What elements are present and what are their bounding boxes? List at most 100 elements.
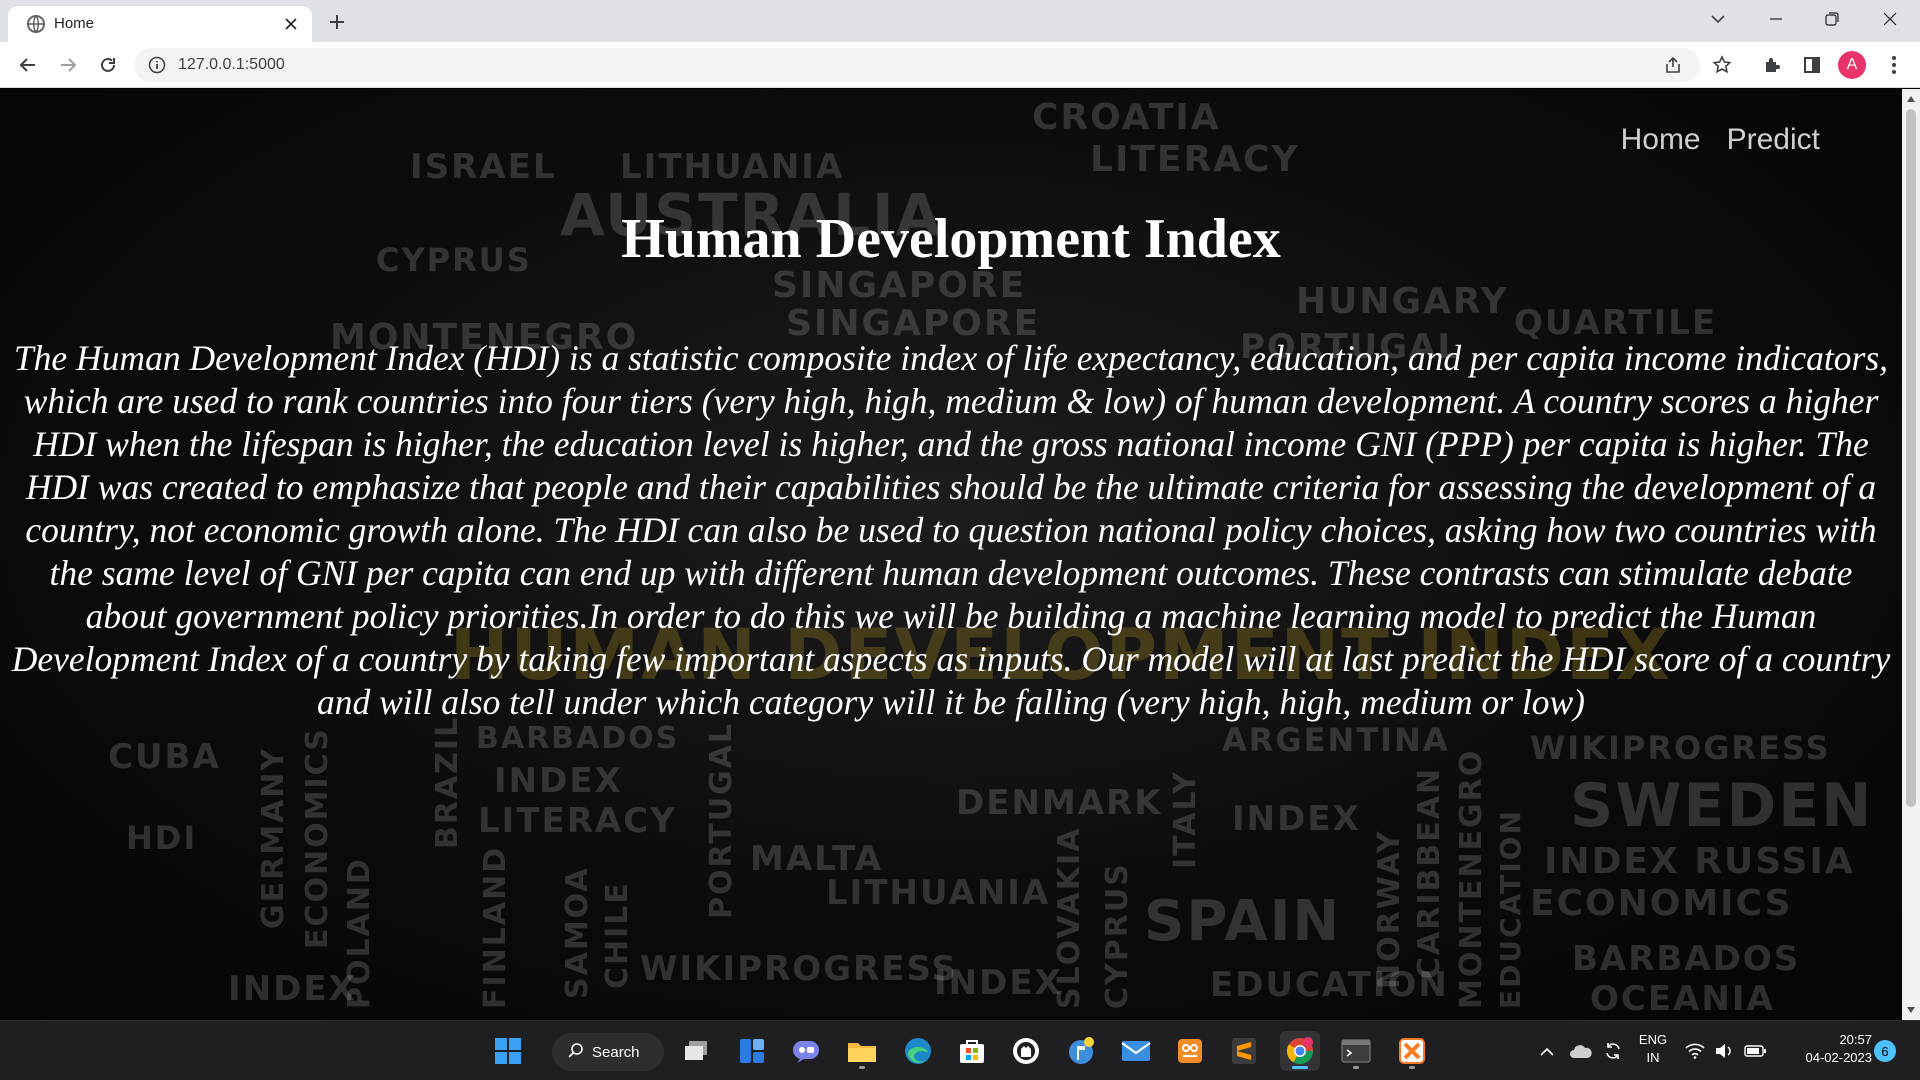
sublime-merge-icon[interactable] bbox=[1170, 1031, 1210, 1071]
bg-word: NORWAY bbox=[1372, 829, 1407, 989]
onedrive-icon[interactable] bbox=[1566, 1031, 1596, 1071]
close-window-icon[interactable] bbox=[1868, 4, 1912, 34]
bg-word: HUNGARY bbox=[1296, 281, 1509, 322]
microsoft-store-icon[interactable] bbox=[952, 1031, 992, 1071]
bg-word: DENMARK bbox=[956, 783, 1163, 823]
show-hidden-icons-chevron-icon[interactable] bbox=[1534, 1031, 1560, 1071]
python-idle-icon[interactable] bbox=[1062, 1031, 1102, 1071]
notification-badge[interactable]: 6 bbox=[1874, 1040, 1896, 1062]
search-label: Search bbox=[592, 1043, 640, 1061]
bg-word: OCEANIA bbox=[1590, 979, 1775, 1019]
bookmark-star-icon[interactable] bbox=[1706, 49, 1738, 81]
bg-word: ITALY bbox=[1168, 770, 1203, 869]
url-text: 127.0.0.1:5000 bbox=[178, 56, 285, 73]
teams-chat-icon[interactable] bbox=[786, 1031, 826, 1071]
github-icon[interactable] bbox=[1006, 1031, 1046, 1071]
nav-home-link[interactable]: Home bbox=[1621, 123, 1701, 157]
active-indicator bbox=[1292, 1066, 1308, 1069]
chrome-icon[interactable] bbox=[1280, 1031, 1320, 1071]
bg-word: LITHUANIA bbox=[826, 873, 1051, 913]
windows-taskbar: Search ENG IN 20:57 04-02-2023 6 bbox=[0, 1020, 1920, 1080]
bg-word: INDEX bbox=[494, 761, 623, 801]
sublime-text-icon[interactable] bbox=[1224, 1031, 1264, 1071]
hdi-description: The Human Development Index (HDI) is a s… bbox=[11, 338, 1891, 722]
scroll-down-arrow-icon[interactable] bbox=[1902, 1002, 1920, 1018]
bg-word: POLAND bbox=[342, 857, 377, 1009]
clock-time: 20:57 bbox=[1839, 1032, 1872, 1047]
file-explorer-icon[interactable] bbox=[842, 1031, 882, 1071]
reload-icon[interactable] bbox=[92, 49, 124, 81]
tab-title: Home bbox=[54, 15, 95, 32]
bg-word: BARBADOS bbox=[1572, 939, 1801, 979]
task-view-icon[interactable] bbox=[676, 1031, 716, 1071]
forward-icon[interactable] bbox=[52, 49, 84, 81]
bg-word: ECONOMICS bbox=[300, 727, 335, 949]
bg-word: MALTA bbox=[750, 839, 884, 879]
bg-word: EDUCATION bbox=[1210, 965, 1449, 1005]
globe-icon bbox=[26, 14, 46, 34]
more-menu-icon[interactable] bbox=[1878, 49, 1910, 81]
bg-word: LITERACY bbox=[1090, 139, 1300, 180]
bg-word: LITERACY bbox=[478, 801, 677, 841]
side-panel-icon[interactable] bbox=[1796, 49, 1828, 81]
running-indicator bbox=[1353, 1066, 1359, 1069]
bg-word: ARGENTINA bbox=[1222, 721, 1450, 759]
page-viewport: ISRAEL LITHUANIA CROATIA LITERACY CYPRUS… bbox=[0, 89, 1902, 1020]
extensions-icon[interactable] bbox=[1756, 49, 1788, 81]
running-indicator bbox=[1409, 1066, 1415, 1069]
bg-word: MONTENEGRO bbox=[1454, 748, 1489, 1009]
bg-word: SPAIN bbox=[1144, 889, 1342, 954]
restore-icon[interactable] bbox=[1810, 4, 1854, 34]
search-icon bbox=[568, 1042, 584, 1062]
address-bar[interactable]: 127.0.0.1:5000 bbox=[134, 48, 1700, 82]
bg-word: PORTUGAL bbox=[704, 721, 739, 919]
bg-word: INDEX bbox=[1232, 799, 1361, 839]
bg-word: HDI bbox=[126, 819, 198, 857]
taskbar-search-button[interactable]: Search bbox=[552, 1033, 664, 1071]
language-indicator[interactable]: ENG IN bbox=[1632, 1031, 1674, 1067]
bg-word: SLOVAKIA bbox=[1052, 826, 1087, 1009]
edge-browser-icon[interactable] bbox=[898, 1031, 938, 1071]
bg-word: GERMANY bbox=[256, 746, 291, 929]
profile-avatar[interactable]: A bbox=[1838, 51, 1866, 79]
wifi-icon[interactable] bbox=[1682, 1031, 1708, 1071]
close-tab-icon[interactable] bbox=[280, 13, 302, 35]
bg-word: CHILE bbox=[600, 881, 635, 989]
clock[interactable]: 20:57 04-02-2023 bbox=[1780, 1031, 1873, 1067]
bg-word: EDUCATION bbox=[1494, 809, 1527, 1009]
xampp-icon[interactable] bbox=[1392, 1031, 1432, 1071]
bg-word: LITHUANIA bbox=[620, 147, 845, 187]
tab-home[interactable]: Home bbox=[8, 6, 312, 42]
battery-icon[interactable] bbox=[1742, 1031, 1768, 1071]
sync-icon[interactable] bbox=[1598, 1031, 1628, 1071]
widgets-icon[interactable] bbox=[732, 1031, 772, 1071]
region-code: IN bbox=[1646, 1050, 1660, 1065]
share-icon[interactable] bbox=[1660, 53, 1686, 77]
bg-word: ISRAEL bbox=[410, 147, 557, 187]
new-tab-button[interactable] bbox=[322, 8, 352, 36]
nav-predict-link[interactable]: Predict bbox=[1727, 123, 1820, 157]
back-icon[interactable] bbox=[12, 49, 44, 81]
bg-word: WIKIPROGRESS bbox=[1530, 729, 1831, 767]
page-scrollbar[interactable] bbox=[1902, 89, 1920, 1020]
bg-word: INDEX bbox=[934, 963, 1063, 1003]
volume-icon[interactable] bbox=[1712, 1031, 1738, 1071]
scroll-up-arrow-icon[interactable] bbox=[1902, 91, 1920, 107]
minimize-icon[interactable] bbox=[1754, 4, 1798, 34]
bg-word: INDEX RUSSIA bbox=[1544, 841, 1855, 882]
running-indicator bbox=[859, 1066, 865, 1069]
bg-word: SINGAPORE bbox=[772, 265, 1027, 306]
terminal-icon[interactable] bbox=[1336, 1031, 1376, 1071]
scroll-thumb[interactable] bbox=[1906, 109, 1916, 807]
mail-icon[interactable] bbox=[1116, 1031, 1156, 1071]
windows-start-icon[interactable] bbox=[488, 1031, 528, 1071]
tab-search-chevron-icon[interactable] bbox=[1696, 4, 1740, 34]
bg-word: BARBADOS bbox=[476, 721, 680, 756]
bg-word: ECONOMICS bbox=[1530, 883, 1793, 924]
top-nav: Home Predict bbox=[1621, 123, 1820, 157]
bg-word: CARIBBEAN bbox=[1412, 766, 1447, 979]
browser-tabstrip: Home bbox=[0, 0, 1920, 42]
bg-word: CUBA bbox=[108, 737, 221, 777]
bg-word: WIKIPROGRESS bbox=[640, 949, 958, 989]
site-info-icon[interactable] bbox=[148, 56, 166, 74]
